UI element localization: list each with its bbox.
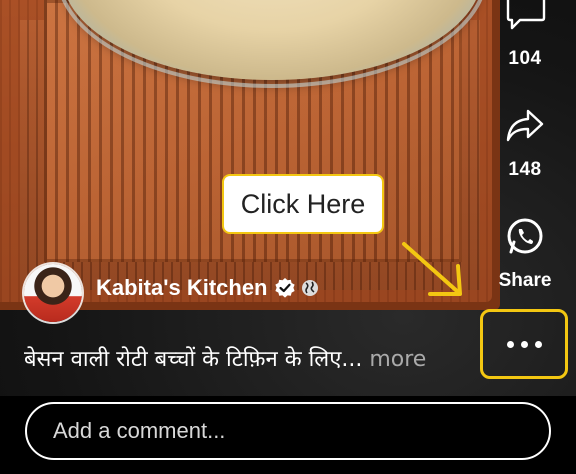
arrow-icon (402, 242, 462, 296)
whatsapp-share-label[interactable]: Share (490, 270, 560, 292)
comment-input[interactable]: Add a comment... (25, 402, 551, 460)
comment-icon[interactable] (506, 0, 546, 30)
comment-count: 104 (508, 48, 542, 69)
more-options-icon-dot (520, 340, 528, 348)
channel-avatar[interactable] (24, 264, 82, 322)
verified-icon (275, 278, 295, 298)
caption-more-link[interactable]: more (362, 347, 426, 372)
share-count: 148 (508, 159, 542, 180)
whatsapp-icon[interactable] (505, 216, 545, 256)
channel-name[interactable]: Kabita's Kitchen (96, 275, 268, 301)
more-options-button[interactable] (480, 309, 568, 379)
more-options-icon (506, 340, 514, 348)
more-options-icon-dot (534, 340, 542, 348)
caption-text: बेसन वाली रोटी बच्चों के टिफ़िन के लिए..… (24, 347, 363, 372)
globe-icon (302, 280, 318, 296)
click-here-tooltip: Click Here (222, 174, 384, 234)
comment-placeholder: Add a comment... (53, 418, 226, 443)
video-caption[interactable]: बेसन वाली रोटी बच्चों के टिफ़िन के लिए..… (24, 343, 426, 373)
share-icon[interactable] (506, 108, 544, 144)
